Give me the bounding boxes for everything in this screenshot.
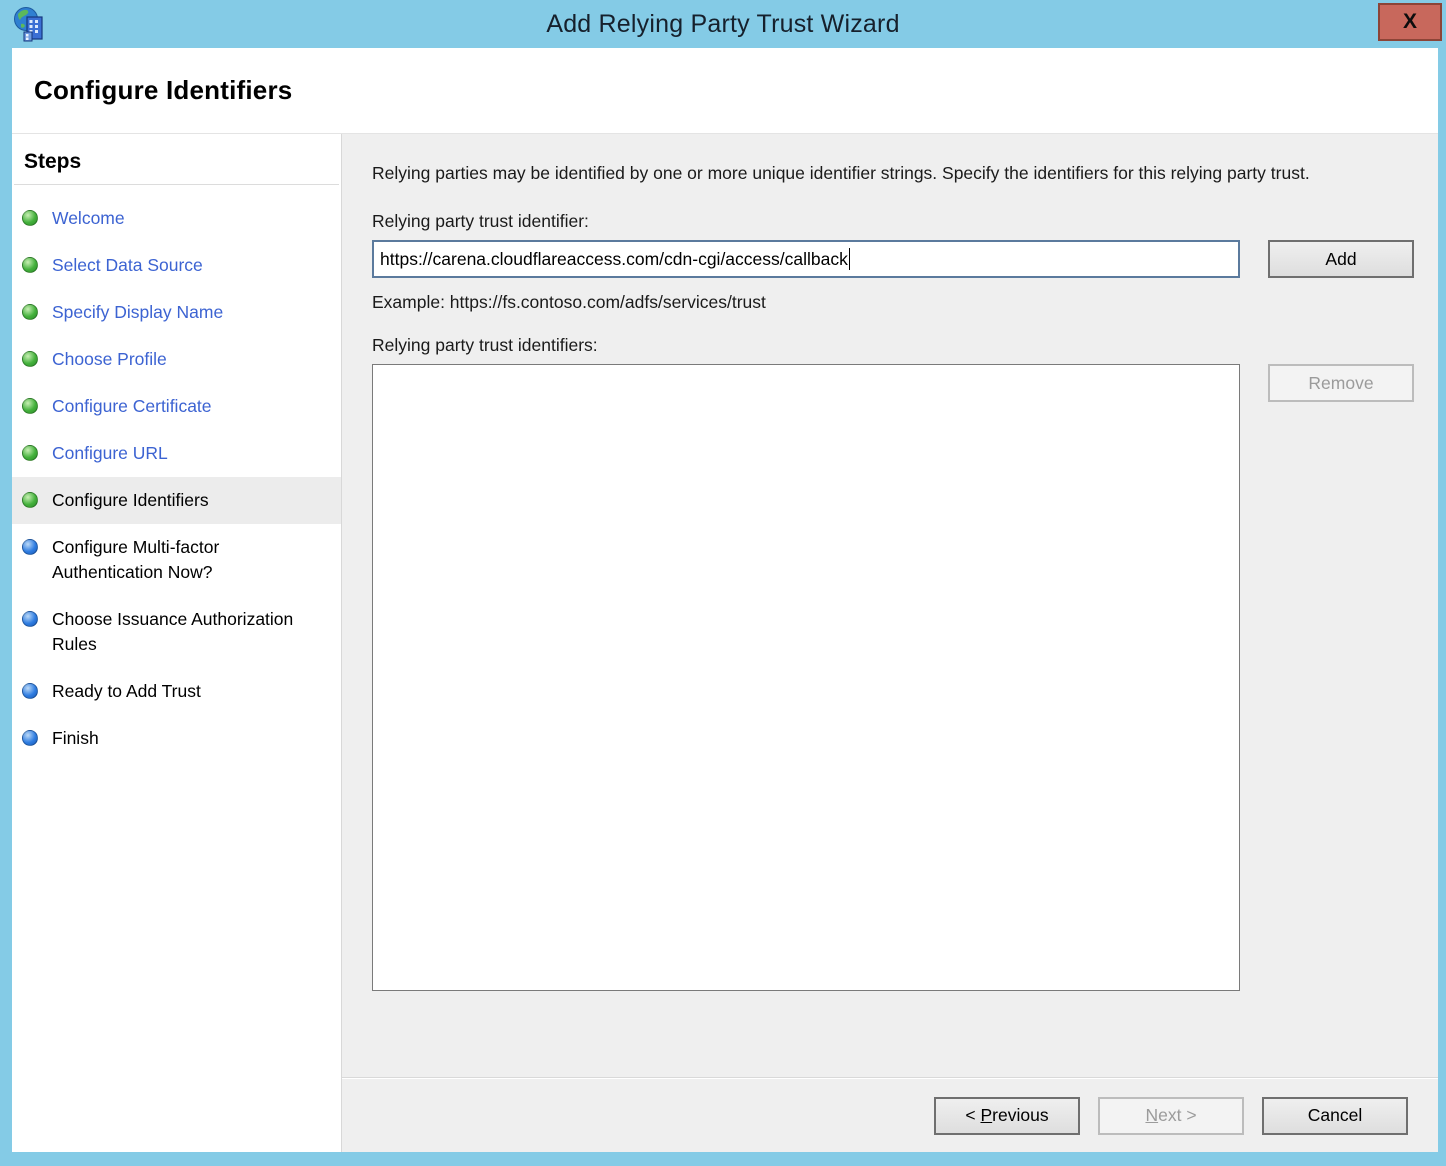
steps-heading: Steps bbox=[14, 144, 339, 185]
steps-sidebar: Steps Welcome Select Data Source bbox=[12, 134, 342, 1152]
step-bullet-icon bbox=[22, 210, 38, 226]
next-button[interactable]: Next > bbox=[1098, 1097, 1244, 1135]
sidebar-item-configure-certificate[interactable]: Configure Certificate bbox=[12, 383, 341, 430]
sidebar-item-select-data-source[interactable]: Select Data Source bbox=[12, 242, 341, 289]
step-bullet-icon bbox=[22, 539, 38, 555]
step-bullet-icon bbox=[22, 304, 38, 320]
identifier-input-value: https://carena.cloudflareaccess.com/cdn-… bbox=[380, 249, 848, 270]
titlebar: Add Relying Party Trust Wizard X bbox=[0, 0, 1446, 48]
identifiers-list-label: Relying party trust identifiers: bbox=[372, 335, 1410, 356]
step-bullet-icon bbox=[22, 683, 38, 699]
step-bullet-icon bbox=[22, 257, 38, 273]
step-bullet-icon bbox=[22, 398, 38, 414]
step-label: Finish bbox=[52, 726, 99, 751]
step-bullet-icon bbox=[22, 445, 38, 461]
sidebar-item-configure-url[interactable]: Configure URL bbox=[12, 430, 341, 477]
example-text: Example: https://fs.contoso.com/adfs/ser… bbox=[372, 292, 1410, 313]
step-label: Choose Profile bbox=[52, 347, 167, 372]
step-bullet-icon bbox=[22, 611, 38, 627]
page-header: Configure Identifiers bbox=[12, 48, 1438, 134]
add-button[interactable]: Add bbox=[1268, 240, 1414, 278]
steps-list: Welcome Select Data Source Specify Displ… bbox=[12, 195, 341, 762]
sidebar-item-choose-issuance-authorization-rules: Choose Issuance Authorization Rules bbox=[12, 596, 341, 668]
identifier-input[interactable]: https://carena.cloudflareaccess.com/cdn-… bbox=[372, 240, 1240, 278]
identifier-field-label: Relying party trust identifier: bbox=[372, 211, 1410, 232]
step-bullet-icon bbox=[22, 730, 38, 746]
step-label: Configure Certificate bbox=[52, 394, 212, 419]
previous-button[interactable]: < Previous bbox=[934, 1097, 1080, 1135]
step-label: Select Data Source bbox=[52, 253, 203, 278]
step-label: Configure Identifiers bbox=[52, 488, 209, 513]
text-caret bbox=[849, 248, 851, 270]
sidebar-item-configure-identifiers: Configure Identifiers bbox=[12, 477, 341, 524]
step-label: Choose Issuance Authorization Rules bbox=[52, 607, 331, 657]
step-label: Ready to Add Trust bbox=[52, 679, 201, 704]
window-title: Add Relying Party Trust Wizard bbox=[0, 10, 1446, 39]
page-title: Configure Identifiers bbox=[34, 75, 292, 106]
step-label: Welcome bbox=[52, 206, 125, 231]
sidebar-item-welcome[interactable]: Welcome bbox=[12, 195, 341, 242]
wizard-window: Add Relying Party Trust Wizard X Configu… bbox=[0, 0, 1446, 1166]
step-bullet-icon bbox=[22, 351, 38, 367]
remove-button[interactable]: Remove bbox=[1268, 364, 1414, 402]
dialog-frame: Configure Identifiers Steps Welcome bbox=[12, 48, 1438, 1152]
sidebar-item-ready-to-add-trust: Ready to Add Trust bbox=[12, 668, 341, 715]
identifiers-listbox[interactable] bbox=[372, 364, 1240, 991]
sidebar-item-configure-multi-factor-authentication-now: Configure Multi-factor Authentication No… bbox=[12, 524, 341, 596]
step-bullet-icon bbox=[22, 492, 38, 508]
intro-text: Relying parties may be identified by one… bbox=[372, 160, 1407, 187]
sidebar-item-specify-display-name[interactable]: Specify Display Name bbox=[12, 289, 341, 336]
step-label: Configure Multi-factor Authentication No… bbox=[52, 535, 331, 585]
sidebar-item-choose-profile[interactable]: Choose Profile bbox=[12, 336, 341, 383]
content-pane: Relying parties may be identified by one… bbox=[342, 134, 1438, 1152]
cancel-button[interactable]: Cancel bbox=[1262, 1097, 1408, 1135]
wizard-footer: < Previous Next > Cancel bbox=[342, 1078, 1438, 1152]
sidebar-item-finish: Finish bbox=[12, 715, 341, 762]
step-label: Specify Display Name bbox=[52, 300, 223, 325]
close-button[interactable]: X bbox=[1378, 3, 1442, 41]
step-label: Configure URL bbox=[52, 441, 168, 466]
